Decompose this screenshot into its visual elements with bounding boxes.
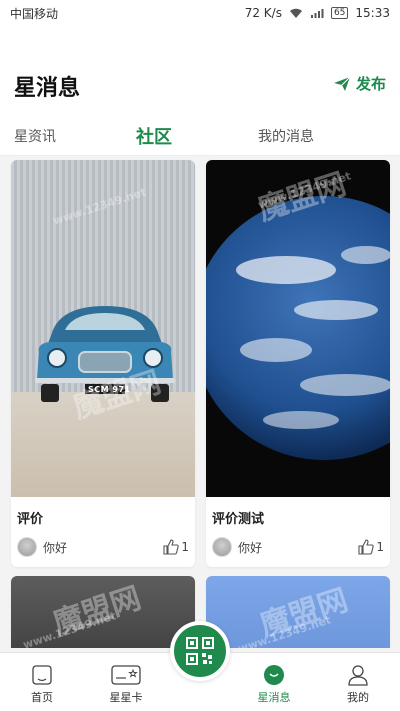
page-header: 星消息 发布 xyxy=(0,26,400,118)
like-count: 1 xyxy=(376,540,384,554)
signal-icon xyxy=(310,8,324,18)
watermark: www.12349.net xyxy=(236,613,333,648)
like-count: 1 xyxy=(181,540,189,554)
nav-label: 我的 xyxy=(347,691,369,704)
qr-scan-button[interactable] xyxy=(170,621,230,681)
nav-star-messages[interactable]: 星消息 xyxy=(234,653,314,711)
card-icon xyxy=(111,665,141,685)
nav-label: 星消息 xyxy=(257,691,291,704)
nav-home[interactable]: 首页 xyxy=(2,653,82,711)
post-card[interactable]: 魔盟网 www.12349.net 评价测试 你好 1 xyxy=(206,160,390,567)
network-speed: 72 K/s xyxy=(244,6,282,20)
license-plate: SCM 971 xyxy=(88,385,131,394)
send-icon xyxy=(333,76,351,91)
like-button[interactable]: 1 xyxy=(163,539,189,555)
post-card[interactable]: 魔盟网 www.12349.net xyxy=(206,576,390,648)
thumbs-up-icon xyxy=(163,539,180,555)
post-meta: 你好 1 xyxy=(17,536,189,558)
author-name[interactable]: 你好 xyxy=(43,539,67,556)
post-meta: 你好 1 xyxy=(212,536,384,558)
person-icon xyxy=(348,665,368,686)
clock: 15:33 xyxy=(355,6,390,20)
post-card[interactable]: 魔盟网 www.12349.net xyxy=(11,576,195,648)
tab-community[interactable]: 社区 xyxy=(136,123,172,149)
carrier-label: 中国移动 xyxy=(10,6,59,21)
status-indicators: 72 K/s 65 15:33 xyxy=(245,6,390,20)
app-screen: 中国移动 72 K/s 65 15:33 星消息 发布 星资讯 社区 我的消息 … xyxy=(0,0,400,711)
wifi-icon xyxy=(289,8,302,18)
chat-bubble-icon xyxy=(264,665,284,685)
publish-label: 发布 xyxy=(355,75,386,93)
nav-star-card[interactable]: 星星卡 xyxy=(86,653,166,711)
nav-profile[interactable]: 我的 xyxy=(318,653,398,711)
post-title: 评价 xyxy=(17,512,44,527)
gravel-ground xyxy=(11,392,195,497)
tab-news[interactable]: 星资讯 xyxy=(14,126,56,146)
earth-illustration xyxy=(206,196,390,460)
publish-button[interactable]: 发布 xyxy=(333,73,386,94)
tab-bar: 星资讯 社区 我的消息 xyxy=(0,118,400,156)
status-bar: 中国移动 72 K/s 65 15:33 xyxy=(0,0,400,26)
post-image[interactable]: 魔盟网 www.12349.net xyxy=(11,576,195,648)
watermark: 魔盟网 xyxy=(48,580,146,642)
battery-icon: 65 xyxy=(330,7,349,19)
nav-label: 首页 xyxy=(31,691,53,704)
watermark: 魔盟网 xyxy=(255,582,353,644)
home-icon xyxy=(32,665,52,685)
community-feed[interactable]: SCM 971 www.12349.net 魔盟网 评价 你好 1 魔盟网 ww… xyxy=(0,156,400,648)
post-image-car[interactable]: SCM 971 www.12349.net 魔盟网 xyxy=(11,160,195,497)
post-image-earth[interactable]: 魔盟网 www.12349.net xyxy=(206,160,390,497)
thumbs-up-icon xyxy=(358,539,375,555)
post-image[interactable]: 魔盟网 www.12349.net xyxy=(206,576,390,648)
battery-level: 65 xyxy=(333,8,346,18)
like-button[interactable]: 1 xyxy=(358,539,384,555)
page-title: 星消息 xyxy=(14,76,81,101)
post-card[interactable]: SCM 971 www.12349.net 魔盟网 评价 你好 1 xyxy=(11,160,195,567)
avatar[interactable] xyxy=(17,537,37,557)
post-title: 评价测试 xyxy=(212,512,265,527)
qr-code-icon xyxy=(186,637,214,665)
author-name[interactable]: 你好 xyxy=(238,539,262,556)
watermark: www.12349.net xyxy=(21,609,118,648)
avatar[interactable] xyxy=(212,537,232,557)
tab-my-messages[interactable]: 我的消息 xyxy=(258,126,314,146)
nav-label: 星星卡 xyxy=(109,691,143,704)
